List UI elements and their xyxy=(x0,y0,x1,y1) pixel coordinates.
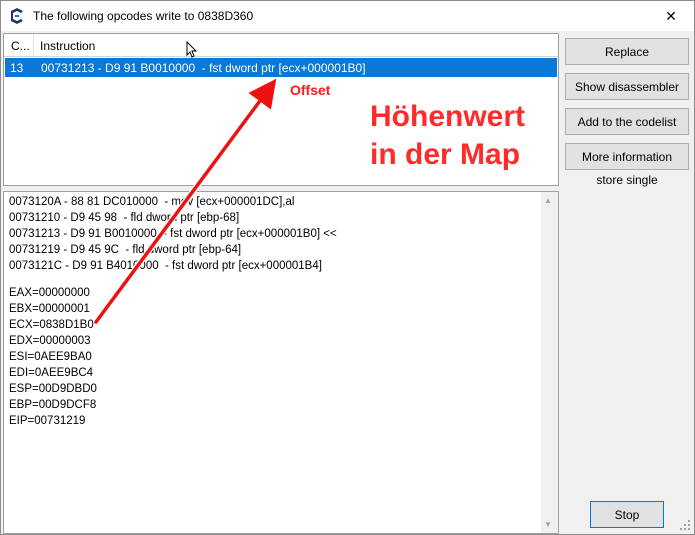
scroll-up-icon[interactable]: ▲ xyxy=(544,196,552,205)
annotation-title-line2: in der Map xyxy=(370,138,521,171)
column-count-header[interactable]: C... xyxy=(4,34,34,56)
list-row-selected[interactable]: 13 00731213 - D9 91 B0010000 - fst dword… xyxy=(5,58,557,77)
add-to-codelist-button[interactable]: Add to the codelist xyxy=(565,108,689,135)
list-header: C... Instruction xyxy=(4,34,558,57)
annotation-title-line1: Höhenwert xyxy=(370,100,526,133)
cheat-engine-icon xyxy=(11,8,23,24)
code-line: 00731219 - D9 45 9C - fld dword ptr [ebp… xyxy=(9,244,242,256)
code-line: 0073120A - 88 81 DC010000 - mov [ecx+000… xyxy=(9,196,295,208)
mouse-cursor-icon xyxy=(186,41,198,58)
title-bar: The following opcodes write to 0838D360 … xyxy=(1,1,694,31)
register-esi: ESI=0AEE9BA0 xyxy=(9,351,92,363)
code-line: 0073121C - D9 91 B4010000 - fst dword pt… xyxy=(9,260,322,272)
close-icon[interactable]: ✕ xyxy=(648,1,694,31)
register-eax: EAX=00000000 xyxy=(9,287,90,299)
register-edx: EDX=00000003 xyxy=(9,335,91,347)
code-line: 00731213 - D9 91 B0010000 - fst dword pt… xyxy=(9,228,337,240)
register-esp: ESP=00D9DBD0 xyxy=(9,383,97,395)
more-information-button[interactable]: More information xyxy=(565,143,689,170)
annotation-offset-label: Offset xyxy=(290,82,331,98)
column-instruction-header[interactable]: Instruction xyxy=(34,34,554,56)
stop-button[interactable]: Stop xyxy=(590,501,664,528)
opcode-window: The following opcodes write to 0838D360 … xyxy=(0,0,695,535)
vertical-scrollbar[interactable]: ▲ ▼ xyxy=(541,192,558,533)
replace-button[interactable]: Replace xyxy=(565,38,689,65)
window-title: The following opcodes write to 0838D360 xyxy=(33,9,254,23)
show-disassembler-button[interactable]: Show disassembler xyxy=(565,73,689,100)
register-eip: EIP=00731219 xyxy=(9,415,86,427)
row-count: 13 xyxy=(10,61,24,75)
disassembly-panel[interactable]: 0073120A - 88 81 DC010000 - mov [ecx+000… xyxy=(3,191,559,534)
row-instruction: 00731213 - D9 91 B0010000 - fst dword pt… xyxy=(41,61,366,75)
register-edi: EDI=0AEE9BC4 xyxy=(9,367,94,379)
code-line: 00731210 - D9 45 98 - fld dword ptr [ebp… xyxy=(9,212,240,224)
register-ebx: EBX=00000001 xyxy=(9,303,90,315)
scroll-down-icon[interactable]: ▼ xyxy=(544,520,552,529)
instruction-description: store single xyxy=(596,173,658,187)
register-ebp: EBP=00D9DCF8 xyxy=(9,399,97,411)
splitter-handle[interactable] xyxy=(277,186,297,197)
register-ecx: ECX=0838D1B0 xyxy=(9,319,94,331)
resize-grip-icon[interactable] xyxy=(679,519,691,531)
